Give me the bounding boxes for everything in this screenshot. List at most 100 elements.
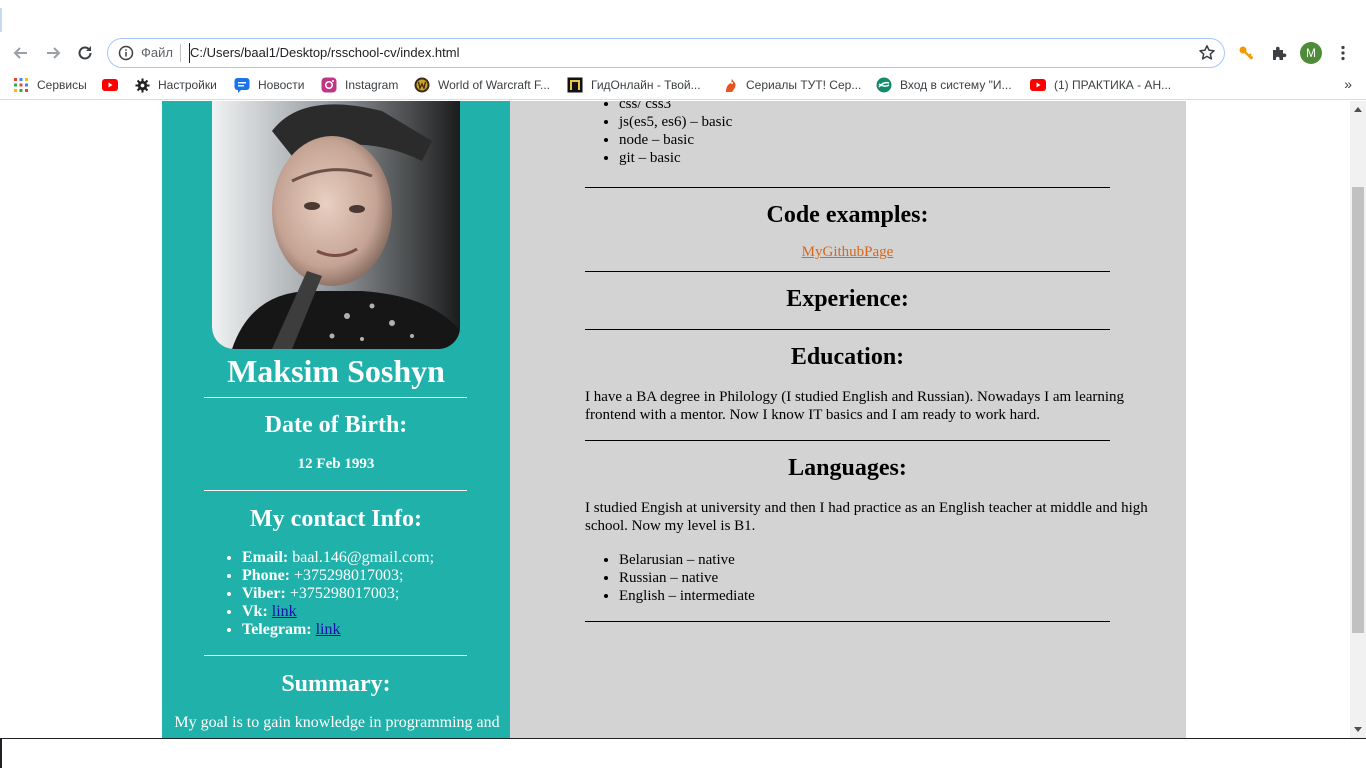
list-item: css/ css3 [619, 101, 732, 113]
bookmark-label: (1) ПРАКТИКА - АН... [1054, 78, 1172, 92]
apps-grid-icon [13, 77, 29, 93]
bookmark-label: Вход в систему "И... [900, 78, 1012, 92]
dob-heading: Date of Birth: [264, 412, 408, 438]
contact-value: +375298017003; [289, 585, 400, 602]
youtube-icon [1030, 77, 1046, 93]
info-icon[interactable] [118, 45, 134, 61]
instagram-icon [321, 77, 337, 93]
list-item: Russian – native [619, 569, 755, 587]
arrow-right-icon [47, 47, 61, 59]
warcraft-icon [414, 77, 430, 93]
languages-text: I studied Engish at university and then … [585, 500, 1148, 534]
profile-sidebar: Maksim Soshyn Date of Birth: 12 Feb 1993… [162, 101, 510, 738]
scroll-up-arrow-icon[interactable] [1354, 107, 1362, 112]
summary-heading: Summary: [281, 671, 391, 697]
contact-email: Email: baal.146@gmail.com; [242, 549, 434, 567]
bookmarks-overflow-button[interactable]: » [1344, 76, 1352, 92]
vertical-scrollbar[interactable] [1350, 101, 1366, 738]
youtube-icon [102, 77, 118, 93]
avatar: M [1300, 42, 1322, 64]
bookmark-label: Настройки [158, 78, 217, 92]
scrollbar-thumb[interactable] [1352, 187, 1364, 633]
extensions-button[interactable] [1266, 40, 1292, 66]
contact-telegram: Telegram: link [242, 621, 434, 639]
contact-label: Email: [242, 549, 289, 566]
profile-name: Maksim Soshyn [227, 353, 445, 389]
bookmark-youtube[interactable] [102, 76, 126, 94]
divider [204, 655, 467, 656]
bookmarks-bar: Сервисы Настройки Новости Instagram Worl… [0, 70, 1366, 100]
skills-list: css/ css3 js(es5, es6) – basic node – ba… [619, 101, 732, 167]
address-separator [180, 44, 181, 62]
education-heading: Education: [790, 344, 905, 370]
bookmark-services[interactable]: Сервисы [13, 76, 87, 94]
bookmark-settings[interactable]: Настройки [134, 76, 217, 94]
bookmark-gidonline[interactable]: ГидОнлайн - Твой... [567, 76, 701, 94]
list-item: node – basic [619, 131, 732, 149]
key-icon [1239, 46, 1254, 60]
profile-photo [212, 101, 460, 349]
divider [204, 490, 467, 491]
profile-button[interactable]: M [1298, 40, 1324, 66]
bookmark-login[interactable]: Вход в систему "И... [876, 76, 1012, 94]
scheme-label: Файл [141, 45, 173, 60]
forward-button[interactable] [40, 40, 66, 66]
window-edge [0, 739, 2, 768]
bookmark-label: World of Warcraft F... [438, 78, 551, 92]
gidonline-icon [567, 77, 583, 93]
star-icon[interactable] [1198, 44, 1216, 62]
bottom-edge [0, 738, 1366, 768]
bookmark-practice[interactable]: (1) ПРАКТИКА - АН... [1030, 76, 1171, 94]
reload-icon [78, 46, 92, 60]
divider [585, 621, 1110, 622]
list-item: Belarusian – native [619, 551, 755, 569]
contact-label: Telegram: [242, 621, 312, 638]
contact-heading: My contact Info: [250, 506, 422, 532]
divider [585, 187, 1110, 188]
bookmark-serials[interactable]: Сериалы ТУТ! Сер... [722, 76, 861, 94]
reload-button[interactable] [72, 40, 98, 66]
code-examples-heading: Code examples: [766, 202, 929, 228]
cat-icon [722, 77, 738, 93]
divider [585, 440, 1110, 441]
bookmark-label: Сервисы [37, 78, 87, 92]
list-item: git – basic [619, 149, 732, 167]
divider [204, 397, 467, 398]
gear-icon [134, 77, 150, 93]
experience-heading: Experience: [786, 286, 909, 312]
bookmark-label: ГидОнлайн - Твой... [591, 78, 701, 92]
contact-label: Viber: [242, 585, 286, 602]
contact-phone: Phone: +375298017003; [242, 567, 434, 585]
dob-value: 12 Feb 1993 [297, 456, 375, 472]
contact-list: Email: baal.146@gmail.com; Phone: +37529… [242, 549, 434, 639]
bookmark-label: Сериалы ТУТ! Сер... [746, 78, 862, 92]
scroll-down-arrow-icon[interactable] [1354, 727, 1362, 732]
key-extension-button[interactable] [1233, 40, 1259, 66]
contact-label: Vk: [242, 603, 268, 620]
bookmark-label: Новости [258, 78, 305, 92]
list-item: js(es5, es6) – basic [619, 113, 732, 131]
contact-value: +375298017003; [294, 567, 404, 584]
tab-edge [0, 8, 2, 32]
languages-heading: Languages: [788, 455, 907, 481]
bookmark-news[interactable]: Новости [234, 76, 304, 94]
education-text: I have a BA degree in Philology (I studi… [585, 389, 1125, 423]
languages-list: Belarusian – native Russian – native Eng… [619, 551, 755, 605]
menu-button[interactable] [1330, 40, 1356, 66]
telegram-link[interactable]: link [316, 621, 341, 638]
browser-toolbar: Файл C:/Users/baal1/Desktop/rsschool-cv/… [0, 36, 1366, 70]
summary-text: My goal is to gain knowledge in programm… [174, 714, 500, 731]
main-content: css/ css3 js(es5, es6) – basic node – ba… [510, 101, 1186, 738]
contact-viber: Viber: +375298017003; [242, 585, 434, 603]
address-bar[interactable]: Файл C:/Users/baal1/Desktop/rsschool-cv/… [107, 38, 1225, 68]
page-viewport: Maksim Soshyn Date of Birth: 12 Feb 1993… [0, 101, 1350, 738]
vk-link[interactable]: link [272, 603, 297, 620]
bookmark-warcraft[interactable]: World of Warcraft F... [414, 76, 550, 94]
github-link[interactable]: MyGithubPage [585, 244, 1110, 261]
news-icon [234, 77, 250, 93]
bookmark-label: Instagram [345, 78, 399, 92]
bookmark-instagram[interactable]: Instagram [321, 76, 398, 94]
url-text[interactable]: C:/Users/baal1/Desktop/rsschool-cv/index… [190, 45, 460, 61]
back-button[interactable] [8, 40, 34, 66]
login-logo-icon [876, 77, 892, 93]
